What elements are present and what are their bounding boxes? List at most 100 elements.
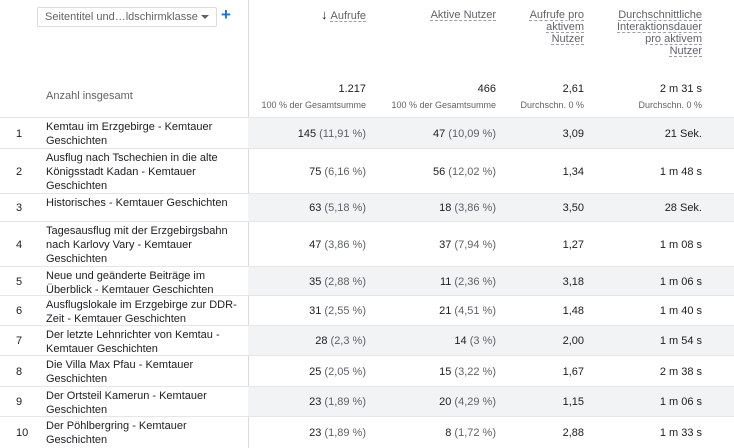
row-views-value: 35 bbox=[309, 276, 322, 288]
row-engagement: 28 Sek. bbox=[664, 202, 702, 214]
row-page-title[interactable]: Der letzte Lehnrichter von Kemtau - Kemt… bbox=[46, 328, 244, 356]
total-engagement-sub: Durchschn. 0 % bbox=[638, 100, 702, 110]
row-users-value: 21 bbox=[439, 305, 452, 317]
row-views: 25 (2,05 %) bbox=[309, 366, 366, 378]
row-users-value: 47 bbox=[432, 128, 446, 140]
table-row[interactable]: 1 Kemtau im Erzgebirge - Kemtauer Geschic… bbox=[0, 117, 734, 148]
row-number: 3 bbox=[16, 202, 23, 214]
row-views-per-user: 1,67 bbox=[562, 366, 584, 378]
row-page-title[interactable]: Historisches - Kemtauer Geschichten bbox=[46, 196, 244, 210]
row-active-users: 8 (1,72 %) bbox=[445, 427, 496, 439]
row-views-per-user: 2,00 bbox=[562, 335, 584, 347]
row-views-pct: (2,05 %) bbox=[324, 366, 366, 378]
col-header-views[interactable]: ↓ Aufrufe bbox=[246, 8, 366, 22]
row-views-pct: (5,18 %) bbox=[324, 202, 366, 214]
row-page-title[interactable]: Die Villa Max Pfau - Kemtauer Geschichte… bbox=[46, 358, 244, 386]
dropdown-caret-icon bbox=[201, 15, 209, 19]
row-number: 4 bbox=[16, 239, 23, 251]
row-views-pct: (6,16 %) bbox=[324, 166, 366, 178]
row-page-title[interactable]: Der Ortsteil Kamerun - Kemtauer Geschich… bbox=[46, 389, 244, 417]
row-engagement: 1 m 48 s bbox=[659, 166, 702, 178]
row-active-users: 15 (3,22 %) bbox=[439, 366, 496, 378]
row-views: 28 (2,3 %) bbox=[315, 335, 366, 347]
row-engagement: 1 m 54 s bbox=[659, 335, 702, 347]
row-number: 9 bbox=[16, 396, 23, 408]
row-users-pct: (2,36 %) bbox=[454, 276, 496, 288]
row-views: 23 (1,89 %) bbox=[309, 427, 366, 439]
row-active-users: 14 (3 %) bbox=[454, 335, 496, 347]
row-number: 7 bbox=[16, 335, 23, 347]
row-number: 2 bbox=[16, 166, 23, 178]
table-row[interactable]: 10 Der Pöhlbergring - Kemtauer Geschichte… bbox=[0, 416, 734, 448]
row-views-pct: (3,86 %) bbox=[324, 239, 366, 251]
row-page-title[interactable]: Der Pöhlbergring - Kemtauer Geschichten bbox=[46, 419, 244, 447]
row-views: 35 (2,88 %) bbox=[309, 276, 366, 288]
col-header-active-users[interactable]: Aktive Nutzer bbox=[376, 9, 496, 21]
row-views-pct: (2,3 %) bbox=[330, 335, 366, 347]
row-views-value: 23 bbox=[309, 427, 322, 439]
table-row[interactable]: 2 Ausflug nach Tschechien in die alte Kön… bbox=[0, 148, 734, 193]
row-users-value: 15 bbox=[439, 366, 452, 378]
row-views-per-user: 3,50 bbox=[562, 202, 584, 214]
row-active-users: 21 (4,51 %) bbox=[439, 305, 496, 317]
row-views: 31 (2,55 %) bbox=[309, 305, 366, 317]
dimension-select[interactable]: Seitentitel und…ldschirmklasse bbox=[37, 7, 217, 27]
row-views-value: 75 bbox=[309, 166, 322, 178]
row-page-title[interactable]: Ausflugslokale im Erzgebirge zur DDR-Zei… bbox=[46, 298, 244, 326]
row-users-pct: (3,22 %) bbox=[454, 366, 496, 378]
row-engagement: 1 m 33 s bbox=[659, 427, 702, 439]
row-users-value: 18 bbox=[439, 202, 452, 214]
table-row[interactable]: 9 Der Ortsteil Kamerun - Kemtauer Geschic… bbox=[0, 386, 734, 416]
row-page-title[interactable]: Kemtau im Erzgebirge - Kemtauer Geschich… bbox=[46, 120, 244, 148]
row-views-pct: (1,89 %) bbox=[324, 396, 366, 408]
table-row[interactable]: 8 Die Villa Max Pfau - Kemtauer Geschicht… bbox=[0, 355, 734, 386]
table-row[interactable]: 7 Der letzte Lehnrichter von Kemtau - Kem… bbox=[0, 325, 734, 355]
row-page-title[interactable]: Ausflug nach Tschechien in die alte Köni… bbox=[46, 151, 244, 193]
col-header-views-label: Aufrufe bbox=[330, 10, 366, 22]
row-active-users: 11 (2,36 %) bbox=[440, 276, 496, 288]
row-users-value: 56 bbox=[432, 166, 446, 178]
row-number: 10 bbox=[16, 427, 29, 439]
row-views: 75 (6,16 %) bbox=[309, 166, 366, 178]
row-users-pct: (1,72 %) bbox=[454, 427, 496, 439]
row-views-pct: (2,88 %) bbox=[324, 276, 366, 288]
total-active-users: 466 bbox=[477, 83, 496, 95]
add-dimension-button[interactable]: + bbox=[221, 5, 231, 25]
total-views-per-user: 2,61 bbox=[562, 83, 584, 95]
row-views-per-user: 1,15 bbox=[562, 396, 584, 408]
table-row[interactable]: 6 Ausflugslokale im Erzgebirge zur DDR-Ze… bbox=[0, 295, 734, 325]
row-number: 1 bbox=[16, 128, 23, 140]
col-header-eng-line1: Durchschnittliche bbox=[618, 9, 702, 21]
row-views-value: 28 bbox=[315, 335, 328, 347]
row-views-per-user: 1,48 bbox=[562, 305, 584, 317]
row-active-users: 47 (10,09 %) bbox=[433, 128, 496, 140]
total-active-users-sub: 100 % der Gesamtsumme bbox=[391, 100, 496, 110]
col-header-vpu-line1: Aufrufe pro bbox=[529, 9, 584, 21]
row-views-value: 63 bbox=[309, 202, 322, 214]
row-users-pct: (3,86 %) bbox=[454, 202, 496, 214]
row-engagement: 1 m 06 s bbox=[659, 276, 702, 288]
row-users-value: 8 bbox=[445, 427, 452, 439]
row-users-pct: (3 %) bbox=[469, 335, 496, 347]
row-engagement: 2 m 38 s bbox=[659, 366, 702, 378]
row-views-per-user: 3,18 bbox=[562, 276, 584, 288]
row-users-value: 11 bbox=[439, 276, 452, 288]
table-row[interactable]: 3 Historisches - Kemtauer Geschichten 63 (… bbox=[0, 193, 734, 221]
row-active-users: 37 (7,94 %) bbox=[439, 239, 496, 251]
col-header-eng-line4: Nutzer bbox=[669, 45, 702, 57]
row-page-title[interactable]: Tagesausflug mit der Erzgebirgsbahn nach… bbox=[46, 224, 244, 266]
totals-label: Anzahl insgesamt bbox=[46, 90, 133, 102]
row-engagement: 1 m 08 s bbox=[659, 239, 702, 251]
row-users-pct: (4,51 %) bbox=[454, 305, 496, 317]
row-users-value: 14 bbox=[454, 335, 467, 347]
row-views: 47 (3,86 %) bbox=[309, 239, 366, 251]
col-header-views-per-user[interactable]: Aufrufe pro aktivem Nutzer bbox=[494, 9, 584, 45]
total-views-sub: 100 % der Gesamtsumme bbox=[261, 100, 366, 110]
table-row[interactable]: 4 Tagesausflug mit der Erzgebirgsbahn nac… bbox=[0, 221, 734, 266]
row-users-pct: (10,09 %) bbox=[448, 128, 496, 140]
col-header-engagement[interactable]: Durchschnittliche Interaktionsdauer pro … bbox=[582, 9, 702, 57]
row-views-per-user: 2,88 bbox=[562, 427, 584, 439]
row-users-pct: (12,02 %) bbox=[448, 166, 496, 178]
row-page-title[interactable]: Neue und geänderte Beiträge im Überblick… bbox=[46, 269, 244, 297]
table-row[interactable]: 5 Neue und geänderte Beiträge im Überblic… bbox=[0, 266, 734, 297]
